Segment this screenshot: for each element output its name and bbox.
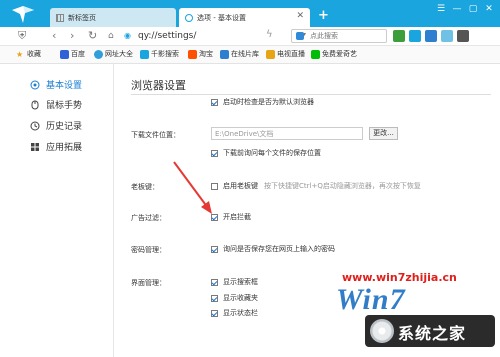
window-controls: ☰ — ▢ ✕ bbox=[434, 3, 496, 15]
tv-icon bbox=[266, 49, 275, 59]
sidebar-item-history[interactable]: 历史记录 bbox=[30, 119, 82, 132]
download-path-input[interactable] bbox=[211, 127, 363, 140]
star-icon: ★ bbox=[16, 49, 24, 59]
boss-key-label: 老板键： bbox=[131, 183, 159, 191]
show-favorites-checkbox[interactable]: 显示收藏夹 bbox=[211, 293, 258, 303]
globe-icon bbox=[94, 49, 103, 59]
menu-icon[interactable]: ☰ bbox=[434, 3, 448, 15]
ad-block-checkbox[interactable]: 开启拦截 bbox=[211, 212, 251, 222]
grid-page-icon bbox=[56, 13, 64, 22]
checkbox-mark[interactable] bbox=[211, 149, 218, 157]
cloud-icon[interactable] bbox=[441, 30, 453, 42]
bookmark-taobao[interactable]: 淘宝 bbox=[188, 49, 213, 59]
baidu-icon bbox=[60, 49, 69, 59]
title-bar: 新标签页 选项 - 基本设置 ✕ + ☰ — ▢ ✕ bbox=[0, 0, 500, 27]
tab-settings[interactable]: 选项 - 基本设置 ✕ bbox=[179, 8, 310, 27]
bookmark-bar: ★ 收藏 百度 网址大全 千影搜索 淘宝 在线片库 电视直播 免费爱奇艺 bbox=[0, 46, 500, 64]
show-search-box-checkbox[interactable]: 显示搜索框 bbox=[211, 277, 258, 287]
forward-icon[interactable]: › bbox=[70, 29, 74, 43]
settings-sidebar: 基本设置 鼠标手势 历史记录 应用拓展 bbox=[0, 64, 113, 357]
sidebar-item-label: 历史记录 bbox=[46, 122, 83, 132]
back-icon[interactable]: ‹ bbox=[52, 29, 56, 43]
tv-screen-icon[interactable] bbox=[425, 30, 437, 42]
iqiyi-icon bbox=[311, 49, 320, 59]
ad-filter-label: 广告过滤： bbox=[131, 214, 166, 222]
bookmark-qianying-search[interactable]: 千影搜索 bbox=[140, 49, 179, 59]
maximize-icon[interactable]: ▢ bbox=[466, 3, 480, 15]
gear-circle-icon bbox=[30, 80, 40, 89]
save-password-checkbox[interactable]: 询问是否保存您在网页上输入的密码 bbox=[211, 244, 335, 254]
tab-label: 新标签页 bbox=[68, 13, 96, 22]
checkbox-mark[interactable] bbox=[211, 245, 218, 253]
menu-more-icon[interactable] bbox=[457, 30, 469, 42]
password-label: 密码管理： bbox=[131, 246, 166, 254]
taobao-icon bbox=[188, 49, 197, 59]
sidebar-item-label: 鼠标手势 bbox=[46, 101, 83, 111]
sidebar-item-label: 基本设置 bbox=[46, 81, 83, 91]
close-tab-icon[interactable]: ✕ bbox=[296, 11, 304, 21]
bookmark-favorites[interactable]: ★ 收藏 bbox=[16, 49, 41, 59]
sidebar-item-mouse-gestures[interactable]: 鼠标手势 bbox=[30, 98, 82, 111]
settings-page-icon bbox=[185, 13, 193, 22]
default-browser-checkbox[interactable]: 启动时检查是否为默认浏览器 bbox=[211, 97, 314, 107]
sidebar-item-label: 应用拓展 bbox=[46, 143, 83, 153]
bookmark-baidu[interactable]: 百度 bbox=[60, 49, 85, 59]
watermark-badge-text: 系统之家 bbox=[398, 324, 467, 343]
video-icon[interactable] bbox=[409, 30, 421, 42]
bookmark-film-library[interactable]: 在线片库 bbox=[220, 49, 259, 59]
annotation-arrow-icon bbox=[173, 161, 212, 214]
apps-icon bbox=[31, 142, 39, 151]
grid-apps-icon[interactable] bbox=[393, 30, 405, 42]
watermark-logo-text: Win7 bbox=[336, 283, 406, 316]
tab-label: 选项 - 基本设置 bbox=[197, 13, 246, 22]
bookmark-iqiyi[interactable]: 免费爱奇艺 bbox=[311, 49, 357, 59]
checkbox-mark[interactable] bbox=[211, 278, 218, 286]
speed-mode-icon[interactable]: ϟ bbox=[266, 29, 273, 40]
browser-logo-icon bbox=[12, 6, 34, 23]
mouse-icon bbox=[31, 100, 39, 109]
chevron-down-icon[interactable]: ▾ bbox=[303, 31, 306, 38]
title-divider bbox=[131, 94, 491, 95]
interface-label: 界面管理： bbox=[131, 279, 166, 287]
search-input[interactable] bbox=[310, 31, 374, 41]
sidebar-item-basic-settings[interactable]: 基本设置 bbox=[30, 78, 82, 91]
page-title: 浏览器设置 bbox=[131, 79, 186, 92]
tab-new-page[interactable]: 新标签页 bbox=[50, 8, 176, 27]
toolbar-icons bbox=[393, 30, 469, 42]
ask-save-location-checkbox[interactable]: 下载前询问每个文件的保存位置 bbox=[211, 148, 321, 158]
search-box[interactable]: ▾ bbox=[291, 29, 387, 43]
reload-icon[interactable]: ↻ bbox=[88, 29, 97, 43]
secure-icon: ◉ bbox=[124, 31, 131, 40]
checkbox-mark[interactable] bbox=[211, 294, 218, 302]
show-status-bar-checkbox[interactable]: 显示状态栏 bbox=[211, 308, 258, 318]
bookmark-tv-live[interactable]: 电视直播 bbox=[266, 49, 305, 59]
home-icon[interactable]: ⌂ bbox=[108, 29, 114, 43]
checkbox-mark[interactable] bbox=[211, 309, 218, 317]
new-tab-button[interactable]: + bbox=[318, 9, 329, 22]
close-window-icon[interactable]: ✕ bbox=[482, 3, 496, 15]
minimize-icon[interactable]: — bbox=[450, 3, 464, 15]
sidebar-item-extensions[interactable]: 应用拓展 bbox=[30, 140, 82, 153]
film-icon bbox=[220, 49, 229, 59]
disc-logo-icon bbox=[370, 319, 394, 343]
download-location-label: 下载文件位置： bbox=[131, 131, 180, 139]
navigation-bar: ⛨ ‹ › ↻ ⌂ ◉ qy://settings/ ϟ ▾ bbox=[0, 27, 500, 46]
clock-icon bbox=[30, 121, 40, 130]
shield-icon[interactable]: ⛨ bbox=[18, 29, 26, 43]
checkbox-mark[interactable] bbox=[211, 98, 218, 106]
boss-key-checkbox[interactable]: 启用老板键 按下快捷键Ctrl+Q启动隐藏浏览器，再次按下恢复 bbox=[211, 181, 421, 191]
boss-key-hint: 按下快捷键Ctrl+Q启动隐藏浏览器，再次按下恢复 bbox=[264, 182, 421, 190]
change-folder-button[interactable]: 更改... bbox=[369, 127, 398, 140]
bookmark-url-directory[interactable]: 网址大全 bbox=[94, 49, 133, 59]
search-icon bbox=[140, 49, 149, 59]
